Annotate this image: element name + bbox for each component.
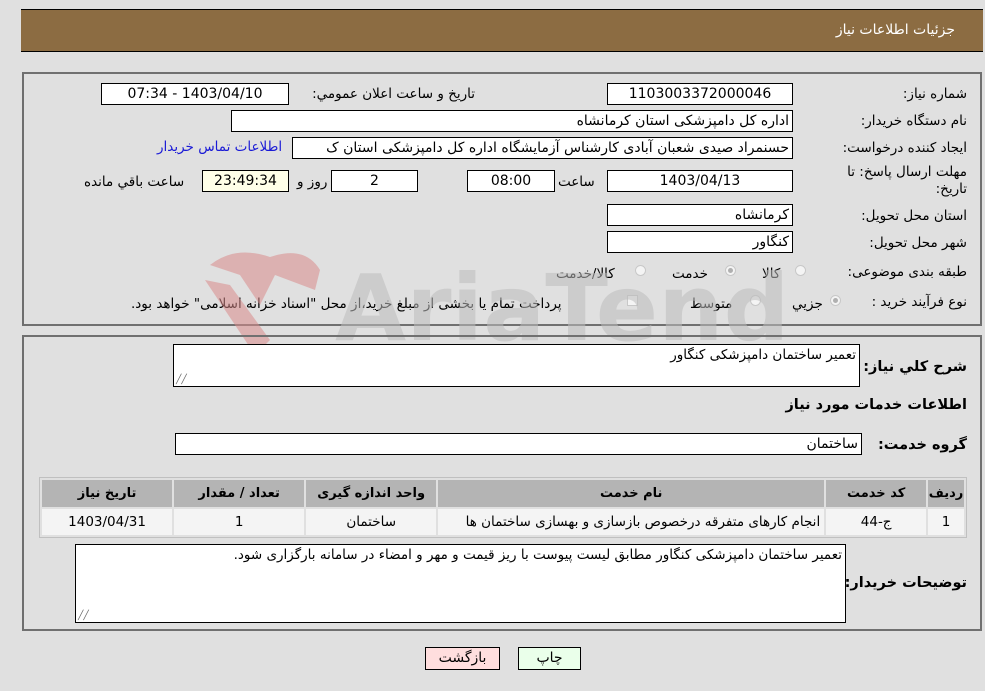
cell-unit: ساختمان bbox=[306, 509, 437, 535]
cell-quantity: 1 bbox=[174, 509, 305, 535]
column-header-need-date: تاريخ نياز bbox=[42, 480, 173, 507]
need-number-field[interactable]: 1103003372000046 bbox=[607, 83, 793, 105]
announce-datetime-label: تاريخ و ساعت اعلان عمومي: bbox=[312, 86, 475, 102]
need-number-label: شماره نياز: bbox=[902, 86, 967, 102]
buyer-notes-textarea[interactable]: تعمیر ساختمان دامپزشکی کنگاور مطابق لیست… bbox=[75, 544, 846, 623]
deadline-date-field[interactable]: 1403/04/13 bbox=[607, 170, 793, 192]
category-goods-service-label: کالا/خدمت bbox=[556, 266, 615, 282]
resize-grip-icon[interactable]: ╱╱ bbox=[176, 375, 187, 385]
deadline-time-label: ساعت bbox=[558, 174, 595, 190]
delivery-province-label: استان محل تحويل: bbox=[861, 208, 967, 224]
time-remaining-field: 23:49:34 bbox=[202, 170, 289, 192]
table-row: 1 ج-44 انجام کارهای متفرقه درخصوص بازساز… bbox=[42, 509, 964, 535]
purchase-type-label: نوع فرآيند خريد : bbox=[871, 294, 967, 310]
announce-datetime-field[interactable]: 1403/04/10 - 07:34 bbox=[101, 83, 289, 105]
delivery-city-label: شهر محل تحويل: bbox=[869, 235, 967, 251]
delivery-province-field[interactable]: کرمانشاه bbox=[607, 204, 793, 226]
days-remaining-field[interactable]: 2 bbox=[331, 170, 418, 192]
buyer-org-label: نام دستگاه خريدار: bbox=[860, 113, 967, 129]
treasury-bonds-note: پرداخت تمام يا بخشی از مبلغ خريد،از محل … bbox=[131, 296, 562, 312]
requester-label: ايجاد کننده درخواست: bbox=[842, 140, 967, 156]
column-header-quantity: تعداد / مقدار bbox=[174, 480, 305, 507]
purchase-type-minor-label: جزيي bbox=[792, 296, 823, 312]
general-description-label: شرح کلي نياز: bbox=[863, 359, 967, 375]
print-button[interactable]: چاپ bbox=[518, 647, 581, 670]
category-service-radio[interactable] bbox=[725, 265, 736, 276]
treasury-bonds-checkbox[interactable] bbox=[627, 295, 638, 306]
deadline-label: مهلت ارسال پاسخ: تا تاريخ: bbox=[847, 164, 967, 197]
purchase-type-minor-radio[interactable] bbox=[830, 295, 841, 306]
days-label: روز و bbox=[297, 174, 328, 190]
back-button[interactable]: بازگشت bbox=[425, 647, 500, 670]
category-label: طبقه بندی موضوعی: bbox=[847, 264, 967, 280]
category-goods-label: کالا bbox=[762, 266, 781, 282]
cell-row-number: 1 bbox=[928, 509, 964, 535]
cell-need-date: 1403/04/31 bbox=[42, 509, 173, 535]
column-header-row-number: رديف bbox=[928, 480, 964, 507]
buyer-notes-label: توضيحات خريدار: bbox=[844, 575, 967, 591]
purchase-type-medium-label: متوسط bbox=[690, 296, 733, 312]
service-group-label: گروه خدمت: bbox=[877, 437, 967, 453]
category-goods-service-radio[interactable] bbox=[635, 265, 646, 276]
services-table-header: رديف کد خدمت نام خدمت واحد اندازه گيری ت… bbox=[42, 480, 964, 507]
time-remaining-label: ساعت باقي مانده bbox=[84, 174, 185, 190]
resize-grip-icon[interactable]: ╱╱ bbox=[78, 611, 89, 621]
column-header-service-code: کد خدمت bbox=[826, 480, 927, 507]
column-header-service-name: نام خدمت bbox=[438, 480, 825, 507]
general-description-textarea[interactable]: تعمیر ساختمان دامپزشکی کنگاور ╱╱ bbox=[173, 344, 860, 387]
category-service-label: خدمت bbox=[672, 266, 708, 282]
purchase-type-medium-radio[interactable] bbox=[750, 295, 761, 306]
page-header: جزئيات اطلاعات نياز bbox=[21, 9, 983, 52]
general-description-text: تعمیر ساختمان دامپزشکی کنگاور bbox=[670, 347, 856, 363]
services-section-title: اطلاعات خدمات مورد نياز bbox=[785, 397, 967, 413]
services-table: رديف کد خدمت نام خدمت واحد اندازه گيری ت… bbox=[39, 477, 967, 538]
cell-service-code: ج-44 bbox=[826, 509, 927, 535]
buyer-contact-link[interactable]: اطلاعات تماس خريدار bbox=[157, 139, 282, 155]
page-title: جزئيات اطلاعات نياز bbox=[835, 22, 955, 38]
category-goods-radio[interactable] bbox=[795, 265, 806, 276]
buyer-org-field[interactable]: اداره کل دامپزشکی استان کرمانشاه bbox=[231, 110, 793, 132]
delivery-city-field[interactable]: کنگاور bbox=[607, 231, 793, 253]
buyer-notes-text: تعمیر ساختمان دامپزشکی کنگاور مطابق لیست… bbox=[233, 547, 842, 563]
cell-service-name: انجام کارهای متفرقه درخصوص بازسازی و بهس… bbox=[438, 509, 825, 535]
requester-field[interactable]: حسنمراد صیدی شعبان آبادی کارشناس آزمایشگ… bbox=[292, 137, 793, 159]
deadline-time-field[interactable]: 08:00 bbox=[467, 170, 555, 192]
column-header-unit: واحد اندازه گيری bbox=[306, 480, 437, 507]
service-group-field[interactable]: ساختمان bbox=[175, 433, 862, 455]
